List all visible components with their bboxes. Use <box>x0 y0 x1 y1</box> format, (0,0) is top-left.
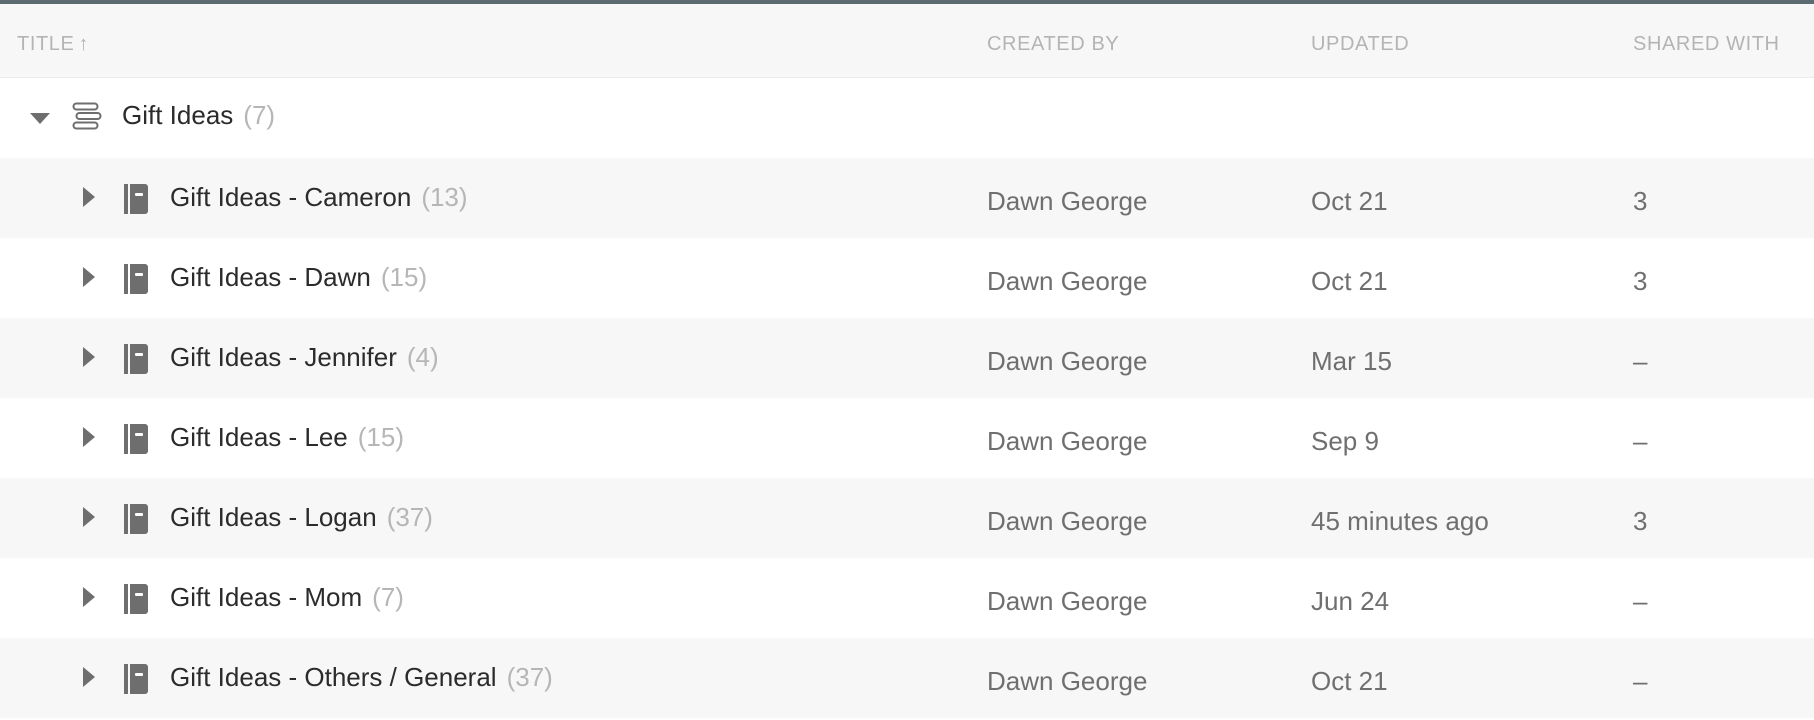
notebook-title[interactable]: Gift Ideas - Mom (7) <box>170 582 404 613</box>
stack-icon <box>72 102 102 130</box>
shared-with-cell: – <box>1633 426 1648 456</box>
notebook-row[interactable]: Gift Ideas - Others / General (37) Dawn G… <box>0 638 1814 718</box>
notebook-count: (15) <box>380 262 428 292</box>
notebook-title[interactable]: Gift Ideas - Cameron (13) <box>170 182 468 213</box>
notebook-row[interactable]: Gift Ideas - Cameron (13) Dawn George Oct… <box>0 158 1814 238</box>
shared-with-cell: – <box>1633 346 1648 376</box>
notebook-icon <box>124 344 148 374</box>
caret-right-icon[interactable] <box>83 347 95 367</box>
group-title[interactable]: Gift Ideas (7) <box>122 100 275 131</box>
column-header-title-label: Title <box>17 33 75 55</box>
notebook-icon <box>124 184 148 214</box>
caret-right-icon[interactable] <box>83 267 95 287</box>
shared-with-cell: 3 <box>1633 186 1648 216</box>
notebook-row[interactable]: Gift Ideas - Jennifer (4) Dawn George Mar… <box>0 318 1814 398</box>
caret-right-icon[interactable] <box>83 667 95 687</box>
notebook-title[interactable]: Gift Ideas - Lee (15) <box>170 422 404 453</box>
updated-cell: Oct 21 <box>1311 266 1388 296</box>
group-count: (7) <box>243 100 276 130</box>
notebook-row[interactable]: Gift Ideas - Logan (37) Dawn George 45 mi… <box>0 478 1814 558</box>
notebook-count: (37) <box>506 662 553 692</box>
updated-cell: Jun 24 <box>1311 586 1390 616</box>
notebook-count: (4) <box>406 342 439 372</box>
created-by-cell: Dawn George <box>987 666 1148 696</box>
shared-with-cell: 3 <box>1633 506 1648 536</box>
notebook-title-label: Gift Ideas - Cameron <box>170 182 412 212</box>
notebook-count: (15) <box>357 422 405 452</box>
notebook-title-label: Gift Ideas - Dawn <box>170 262 371 292</box>
notebook-title[interactable]: Gift Ideas - Jennifer (4) <box>170 342 439 373</box>
notebook-count: (37) <box>386 502 433 532</box>
notebook-title-label: Gift Ideas - Jennifer <box>170 342 397 372</box>
table-header: Title ↑ Created By Updated Shared With <box>0 4 1814 78</box>
updated-cell: 45 minutes ago <box>1311 506 1489 536</box>
group-row[interactable]: Gift Ideas (7) <box>0 78 1814 158</box>
notebook-title[interactable]: Gift Ideas - Dawn (15) <box>170 262 427 293</box>
notebook-title-label: Gift Ideas - Others / General <box>170 662 497 692</box>
notebook-icon <box>124 504 148 534</box>
created-by-cell: Dawn George <box>987 426 1148 456</box>
group-title-label: Gift Ideas <box>122 100 234 130</box>
column-header-updated[interactable]: Updated <box>1311 33 1409 56</box>
shared-with-cell: – <box>1633 586 1648 616</box>
notebook-row[interactable]: Gift Ideas - Lee (15) Dawn George Sep 9 – <box>0 398 1814 478</box>
notebook-count: (13) <box>421 182 468 212</box>
updated-cell: Oct 21 <box>1311 186 1388 216</box>
updated-cell: Mar 15 <box>1311 346 1392 376</box>
notebook-title-label: Gift Ideas - Logan <box>170 502 377 532</box>
notebook-title[interactable]: Gift Ideas - Logan (37) <box>170 502 433 533</box>
column-header-title[interactable]: Title ↑ <box>17 33 89 56</box>
sort-ascending-icon: ↑ <box>78 33 90 55</box>
caret-right-icon[interactable] <box>83 587 95 607</box>
updated-cell: Oct 21 <box>1311 666 1388 696</box>
notebook-title-label: Gift Ideas - Lee <box>170 422 348 452</box>
notebook-icon <box>124 424 148 454</box>
created-by-cell: Dawn George <box>987 186 1148 216</box>
notebook-title-label: Gift Ideas - Mom <box>170 582 363 612</box>
notebook-icon <box>124 664 148 694</box>
caret-down-icon[interactable] <box>30 113 50 124</box>
updated-cell: Sep 9 <box>1311 426 1379 456</box>
notebook-icon <box>124 264 148 294</box>
column-header-created-by[interactable]: Created By <box>987 33 1119 56</box>
created-by-cell: Dawn George <box>987 346 1148 376</box>
notebook-icon <box>124 584 148 614</box>
created-by-cell: Dawn George <box>987 266 1148 296</box>
notebook-count: (7) <box>372 582 404 612</box>
caret-right-icon[interactable] <box>83 427 95 447</box>
shared-with-cell: 3 <box>1633 266 1648 296</box>
created-by-cell: Dawn George <box>987 506 1148 536</box>
caret-right-icon[interactable] <box>83 187 95 207</box>
created-by-cell: Dawn George <box>987 586 1148 616</box>
caret-right-icon[interactable] <box>83 507 95 527</box>
notebook-row[interactable]: Gift Ideas - Dawn (15) Dawn George Oct 21… <box>0 238 1814 318</box>
notebook-title[interactable]: Gift Ideas - Others / General (37) <box>170 662 553 693</box>
shared-with-cell: – <box>1633 666 1648 696</box>
column-header-shared-with[interactable]: Shared With <box>1633 33 1780 56</box>
notebook-row[interactable]: Gift Ideas - Mom (7) Dawn George Jun 24 – <box>0 558 1814 638</box>
